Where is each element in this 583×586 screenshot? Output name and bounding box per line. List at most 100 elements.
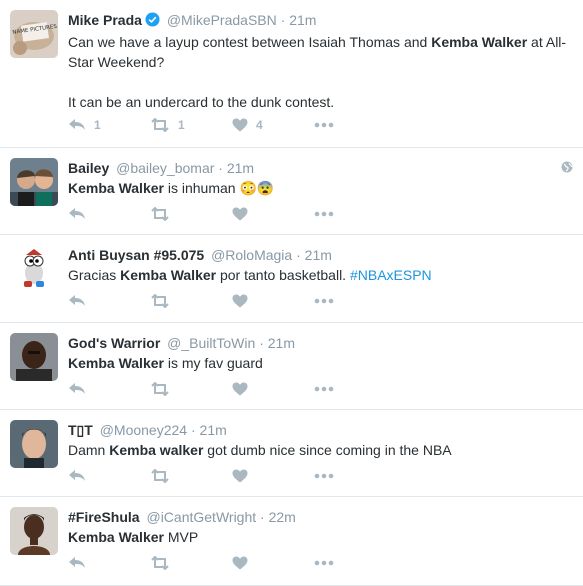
like-button[interactable]: 4 [232,118,314,132]
tweet-content: Anti Buysan #95.075 @RoloMagia · 21m Gra… [68,245,569,285]
reply-button[interactable]: 1 [68,118,150,132]
text-segment: Damn [68,442,110,458]
user-screen-name[interactable]: @RoloMagia [211,247,292,263]
tweet[interactable]: NAME PICTURES Mike Prada @MikePradaSBN ·… [0,0,583,148]
tweet-header: Anti Buysan #95.075 @RoloMagia · 21m [68,245,569,265]
user-fullname[interactable]: T▯T [68,422,93,438]
tweet-timestamp[interactable]: 21m [268,335,295,351]
retweet-icon [151,207,169,221]
hashtag-link[interactable]: #NBAxESPN [350,267,432,283]
tweet[interactable]: #FireShula @iCantGetWright · 22m Kemba W… [0,497,583,586]
reply-button[interactable] [68,469,150,483]
reply-button[interactable] [68,294,150,308]
like-button[interactable] [232,382,314,396]
like-button[interactable] [232,556,314,570]
reply-button[interactable] [68,207,150,221]
tweet-timestamp[interactable]: 21m [200,422,227,438]
user-fullname[interactable]: Mike Prada [68,12,142,28]
user-screen-name[interactable]: @bailey_bomar [116,160,214,176]
highlighted-keyword: Kemba Walker [431,34,528,50]
tweet-header: T▯T @Mooney224 · 21m [68,420,569,440]
more-button[interactable] [314,211,396,217]
emoji: 😳😨 [239,180,275,196]
highlighted-keyword: Kemba walker [109,442,204,458]
highlighted-keyword: Kemba Walker [68,355,164,371]
tweet[interactable]: T▯T @Mooney224 · 21m Damn Kemba walker g… [0,410,583,497]
text-segment: Gracias [68,267,121,283]
tweet-text: Gracias Kemba Walker por tanto basketbal… [68,265,569,285]
user-fullname[interactable]: God's Warrior [68,335,160,351]
tweet-feed: NAME PICTURES Mike Prada @MikePradaSBN ·… [0,0,583,586]
tweet-timestamp[interactable]: 22m [269,509,296,525]
highlighted-keyword: Kemba Walker [68,529,164,545]
more-button[interactable] [314,386,396,392]
reply-button[interactable] [68,382,150,396]
avatar[interactable] [10,158,58,206]
reply-icon [69,383,85,394]
tweet[interactable]: Anti Buysan #95.075 @RoloMagia · 21m Gra… [0,235,583,323]
more-button[interactable] [314,298,396,304]
retweet-icon [151,556,169,570]
avatar[interactable] [10,420,58,468]
user-fullname[interactable]: Anti Buysan #95.075 [68,247,204,263]
reply-count: 1 [94,118,101,132]
tweet-text: Kemba Walker is my fav guard [68,353,569,373]
tweet-timestamp[interactable]: 21m [289,12,316,28]
retweet-button[interactable] [150,207,232,221]
more-icon [314,386,334,392]
reply-icon [69,208,85,219]
like-button[interactable] [232,294,314,308]
tweet-content: #FireShula @iCantGetWright · 22m Kemba W… [68,507,569,547]
more-button[interactable] [314,560,396,566]
tweet-timestamp[interactable]: 21m [305,247,332,263]
reply-button[interactable] [68,556,150,570]
separator: · [296,247,301,263]
text-segment: is my fav guard [163,355,263,371]
reply-icon [69,557,85,568]
tweet[interactable]: Bailey @bailey_bomar · 21m Kemba Walker … [0,148,583,235]
text-segment: is inhuman [163,180,240,196]
tweet-content: Bailey @bailey_bomar · 21m Kemba Walker … [68,158,569,198]
user-screen-name[interactable]: @Mooney224 [100,422,187,438]
more-button[interactable] [314,473,396,479]
like-button[interactable] [232,469,314,483]
tweet-actions [68,469,396,483]
more-icon [314,211,334,217]
more-button[interactable] [314,122,396,128]
globe-icon [561,160,573,178]
user-fullname[interactable]: Bailey [68,160,109,176]
avatar[interactable] [10,245,58,293]
avatar[interactable]: NAME PICTURES [10,10,58,58]
user-screen-name[interactable]: @MikePradaSBN [167,12,277,28]
reply-icon [69,119,85,130]
heart-icon [232,382,248,396]
avatar[interactable] [10,507,58,555]
retweet-button[interactable] [150,556,232,570]
reply-icon [69,295,85,306]
heart-icon [232,294,248,308]
tweet-actions [68,294,396,308]
more-icon [314,473,334,479]
user-screen-name[interactable]: @_BuiltToWin [167,335,255,351]
avatar[interactable] [10,333,58,381]
retweet-button[interactable] [150,294,232,308]
tweet-text: Kemba Walker is inhuman 😳😨 [68,178,569,198]
user-fullname[interactable]: #FireShula [68,509,140,525]
retweet-button[interactable] [150,469,232,483]
tweet-header: Mike Prada @MikePradaSBN · 21m [68,10,569,32]
tweet[interactable]: God's Warrior @_BuiltToWin · 21m Kemba W… [0,323,583,410]
retweet-icon [151,294,169,308]
separator: · [190,422,196,438]
more-icon [314,298,334,304]
retweet-button[interactable] [150,382,232,396]
retweet-button[interactable]: 1 [150,118,232,132]
heart-icon [232,207,248,221]
tweet-actions [68,382,396,396]
tweet-timestamp[interactable]: 21m [227,160,254,176]
text-segment: por tanto basketball. [216,267,350,283]
tweet-header: Bailey @bailey_bomar · 21m [68,158,569,178]
heart-icon [232,118,248,132]
like-button[interactable] [232,207,314,221]
tweet-content: T▯T @Mooney224 · 21m Damn Kemba walker g… [68,420,569,460]
user-screen-name[interactable]: @iCantGetWright [146,509,256,525]
